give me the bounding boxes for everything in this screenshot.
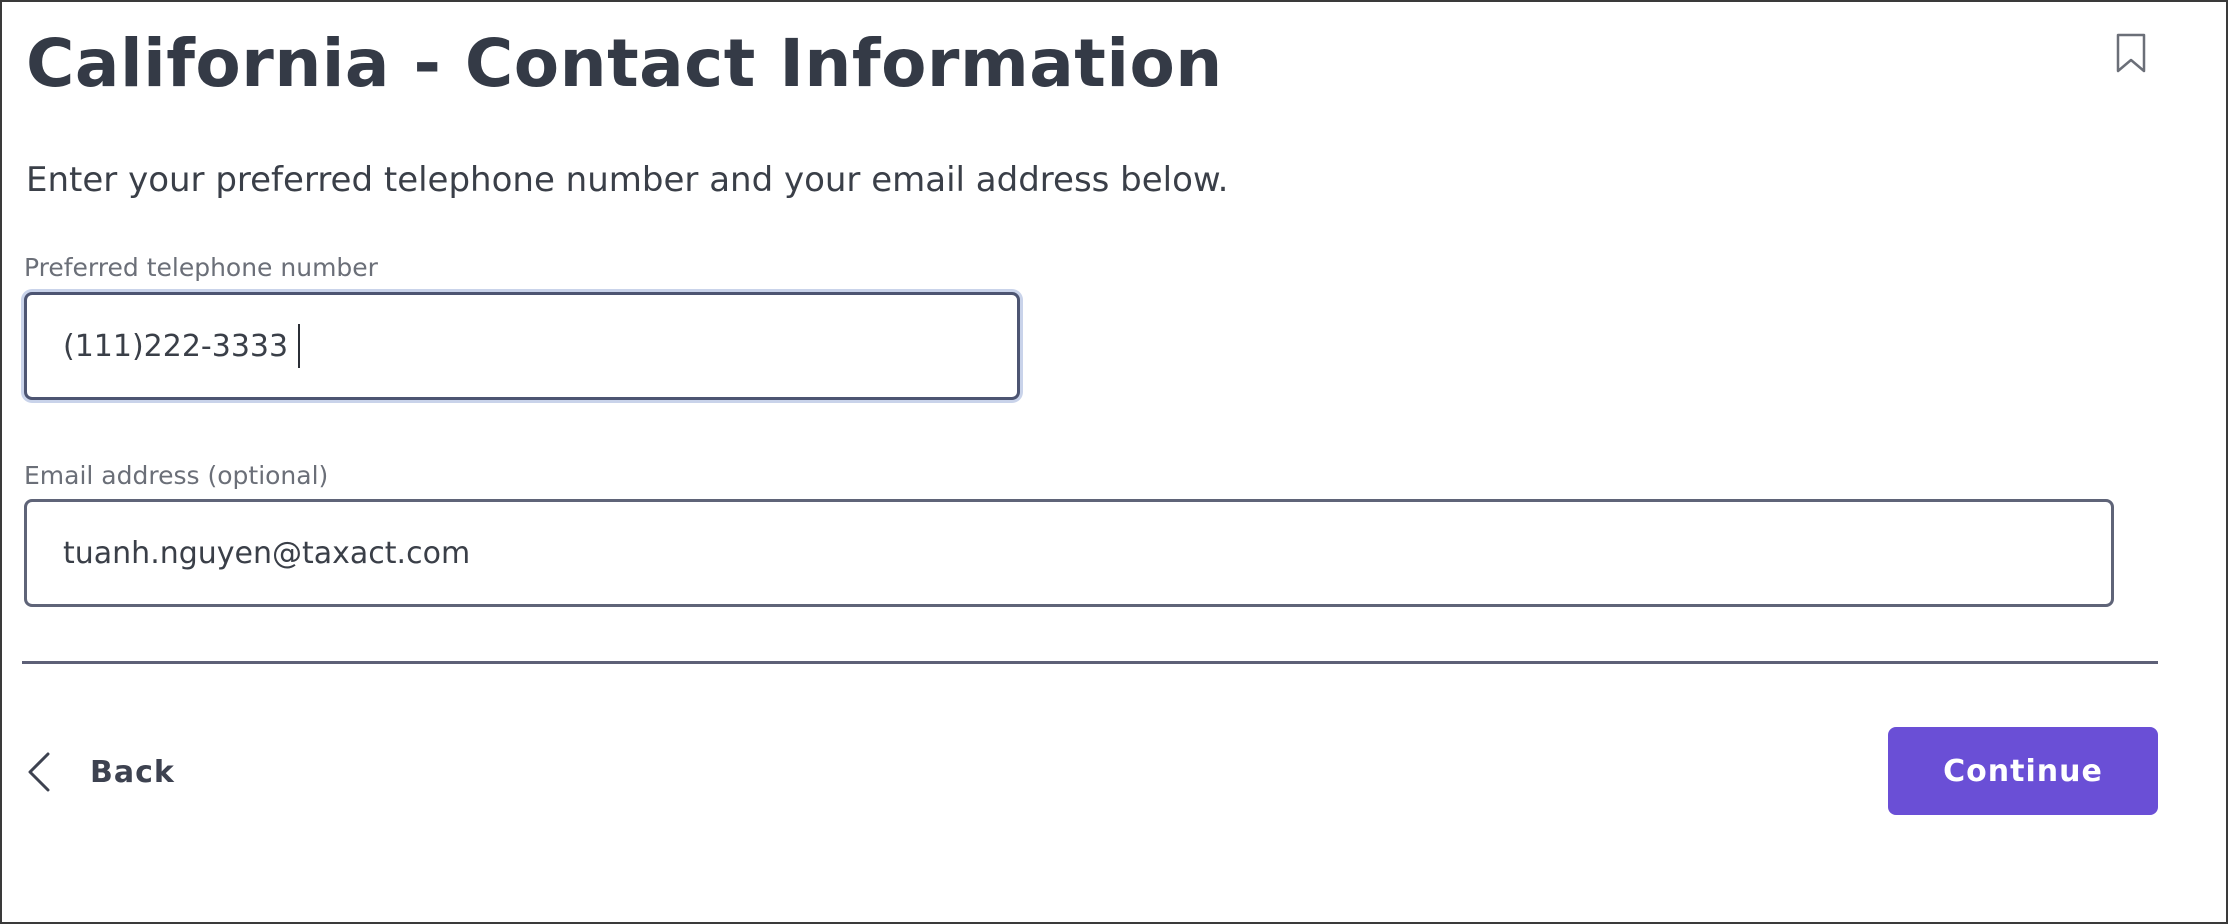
back-button[interactable]: Back (24, 742, 175, 802)
email-label: Email address (optional) (24, 461, 329, 490)
email-input[interactable] (24, 499, 2114, 607)
phone-label: Preferred telephone number (24, 253, 378, 282)
continue-button[interactable]: Continue (1888, 727, 2158, 815)
chevron-left-icon (28, 752, 50, 792)
back-label: Back (90, 754, 175, 790)
intro-text: Enter your preferred telephone number an… (26, 160, 1229, 200)
divider (22, 661, 2158, 664)
text-caret (298, 324, 300, 368)
phone-input[interactable] (24, 292, 1020, 400)
page-frame: California - Contact Information Enter y… (0, 0, 2228, 924)
page-title: California - Contact Information (26, 25, 1223, 102)
bookmark-icon[interactable] (2114, 32, 2148, 74)
